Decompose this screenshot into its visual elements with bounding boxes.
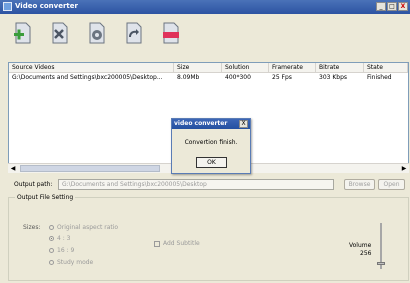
app-icon	[3, 2, 12, 11]
radio-label: 4 : 3	[57, 235, 71, 242]
column-header-state[interactable]: State	[364, 63, 408, 72]
settings-button[interactable]	[84, 20, 110, 46]
dialog-close-button[interactable]: X	[239, 120, 248, 128]
radio-icon	[49, 260, 54, 265]
sizes-label: Sizes:	[23, 224, 41, 231]
maximize-button[interactable]: □	[387, 2, 397, 11]
cell-framerate: 25 Fps	[272, 74, 292, 81]
radio-study-mode[interactable]: Study mode	[49, 259, 93, 266]
remove-video-icon	[52, 22, 68, 44]
convert-icon	[126, 22, 142, 44]
radio-icon	[49, 248, 54, 253]
radio-selected-icon	[49, 236, 54, 241]
remove-video-button[interactable]	[47, 20, 73, 46]
cell-bitrate: 303 Kbps	[319, 74, 348, 81]
list-header: Source Videos Size Solution Framerate Bi…	[9, 63, 408, 73]
minimize-button[interactable]: _	[376, 2, 386, 11]
scroll-right-icon[interactable]: ▶	[400, 165, 408, 173]
volume-value: 256	[360, 250, 372, 257]
column-header-framerate[interactable]: Framerate	[269, 63, 316, 72]
output-settings-legend: Output File Setting	[15, 194, 76, 201]
output-path-label: Output path:	[14, 181, 53, 188]
radio-label: 16 : 9	[57, 247, 75, 254]
cell-source: G:\Documents and Settings\bxc200005\Desk…	[12, 74, 163, 81]
volume-slider-handle[interactable]	[377, 262, 385, 265]
column-header-source[interactable]: Source Videos	[9, 63, 174, 72]
cell-solution: 400*300	[225, 74, 251, 81]
toolbar	[10, 20, 184, 46]
window-title: Video converter	[15, 2, 78, 10]
title-bar[interactable]: Video converter _ □ X	[0, 0, 410, 14]
open-button[interactable]: Open	[378, 179, 405, 190]
radio-original[interactable]: Original aspect ratio	[49, 224, 118, 231]
add-subtitle-label: Add Subtitle	[163, 240, 200, 247]
output-path-field[interactable]: G:\Documents and Settings\bxc200005\Desk…	[58, 179, 334, 190]
column-header-size[interactable]: Size	[174, 63, 222, 72]
scroll-left-icon[interactable]: ◀	[9, 165, 17, 173]
convert-button[interactable]	[121, 20, 147, 46]
settings-icon	[89, 22, 105, 44]
cell-size: 8.09Mb	[177, 74, 200, 81]
radio-icon	[49, 225, 54, 230]
radio-label: Study mode	[57, 259, 94, 266]
browse-button[interactable]: Browse	[344, 179, 375, 190]
checkbox-icon	[154, 240, 160, 247]
radio-label: Original aspect ratio	[57, 224, 119, 231]
radio-4-3[interactable]: 4 : 3	[49, 235, 70, 242]
clear-icon	[163, 22, 179, 44]
volume-label: Volume	[349, 242, 372, 249]
scroll-thumb[interactable]	[20, 165, 160, 172]
conversion-dialog: video converter X Convertion finish. OK	[171, 118, 251, 174]
add-video-button[interactable]	[10, 20, 36, 46]
column-header-bitrate[interactable]: Bitrate	[316, 63, 364, 72]
dialog-message: Convertion finish.	[184, 139, 238, 146]
column-header-solution[interactable]: Solution	[222, 63, 269, 72]
main-window: Video converter _ □ X Source Videos Size…	[0, 0, 410, 283]
output-settings-group: Output File Setting Sizes: Original aspe…	[8, 194, 409, 281]
close-button[interactable]: X	[398, 2, 408, 11]
ok-button[interactable]: OK	[196, 157, 227, 168]
add-subtitle-checkbox[interactable]: Add Subtitle	[154, 240, 200, 247]
clear-button[interactable]	[158, 20, 184, 46]
table-row[interactable]: G:\Documents and Settings\bxc200005\Desk…	[9, 73, 408, 83]
add-video-icon	[14, 22, 31, 44]
radio-16-9[interactable]: 16 : 9	[49, 247, 74, 254]
cell-state: Finished	[367, 74, 392, 81]
